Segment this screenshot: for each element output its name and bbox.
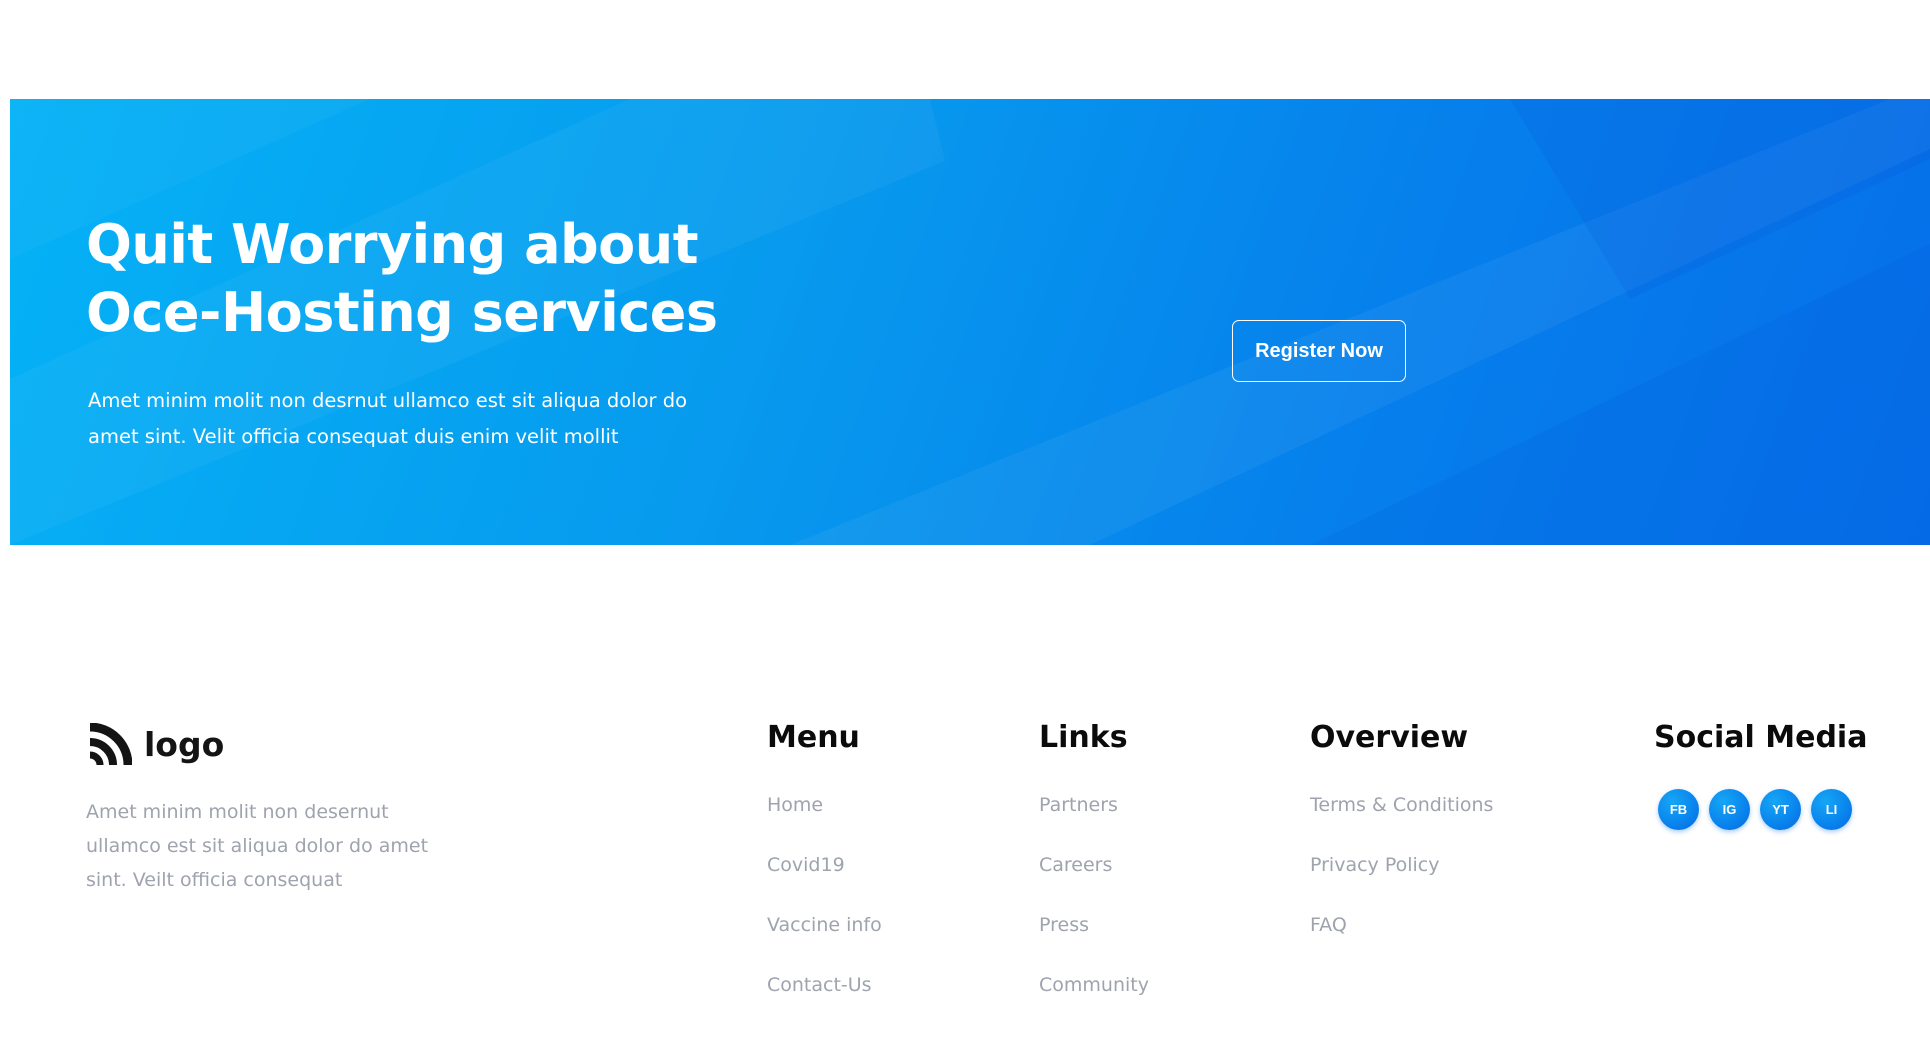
list-item: Press — [1039, 912, 1149, 972]
cta-banner: Quit Worrying about Oce-Hosting services… — [10, 99, 1930, 545]
links-list: Partners Careers Press Community — [1039, 792, 1149, 1032]
menu-list: Home Covid19 Vaccine info Contact-Us — [767, 792, 882, 1032]
logo-arcs-icon — [89, 723, 132, 766]
footer-overview-column: Overview Terms & Conditions Privacy Poli… — [1310, 718, 1493, 972]
cta-description: Amet minim molit non desrnut ullamco est… — [88, 383, 748, 455]
links-heading: Links — [1039, 720, 1128, 755]
footer-social-column: Social Media FB IG YT LI — [1654, 718, 1867, 830]
menu-link-home[interactable]: Home — [767, 794, 823, 816]
list-item: Vaccine info — [767, 912, 882, 972]
list-item: Covid19 — [767, 852, 882, 912]
link-press[interactable]: Press — [1039, 914, 1089, 936]
overview-list: Terms & Conditions Privacy Policy FAQ — [1310, 792, 1493, 972]
list-item: Terms & Conditions — [1310, 792, 1493, 852]
cta-description-line-2: amet sint. Velit officia consequat duis … — [88, 425, 619, 448]
footer-menu-column: Menu Home Covid19 Vaccine info Contact-U… — [767, 718, 882, 1032]
list-item: Privacy Policy — [1310, 852, 1493, 912]
footer-logo[interactable]: logo — [86, 723, 224, 769]
overview-heading: Overview — [1310, 720, 1469, 755]
list-item: Home — [767, 792, 882, 852]
brand-description-line-2: ullamco est sit aliqua dolor do amet — [86, 835, 429, 857]
social-icons-row: FB IG YT LI — [1658, 789, 1867, 830]
footer-brand-description: Amet minim molit non desernut ullamco es… — [86, 795, 506, 897]
link-community[interactable]: Community — [1039, 974, 1149, 996]
list-item: Partners — [1039, 792, 1149, 852]
menu-heading: Menu — [767, 720, 860, 755]
youtube-icon[interactable]: YT — [1760, 789, 1801, 830]
logo-text: logo — [144, 725, 225, 764]
link-faq[interactable]: FAQ — [1310, 914, 1347, 936]
list-item: Community — [1039, 972, 1149, 1032]
link-careers[interactable]: Careers — [1039, 854, 1112, 876]
cta-title-line-1: Quit Worrying about — [86, 213, 699, 276]
linkedin-icon[interactable]: LI — [1811, 789, 1852, 830]
cta-title-line-2: Oce-Hosting services — [86, 281, 718, 344]
link-terms-conditions[interactable]: Terms & Conditions — [1310, 794, 1493, 816]
list-item: FAQ — [1310, 912, 1493, 972]
cta-title: Quit Worrying about Oce-Hosting services — [86, 211, 806, 347]
link-partners[interactable]: Partners — [1039, 794, 1118, 816]
list-item: Contact-Us — [767, 972, 882, 1032]
menu-link-vaccine-info[interactable]: Vaccine info — [767, 914, 882, 936]
menu-link-contact-us[interactable]: Contact-Us — [767, 974, 872, 996]
brand-description-line-1: Amet minim molit non desernut — [86, 801, 389, 823]
list-item: Careers — [1039, 852, 1149, 912]
instagram-icon[interactable]: IG — [1709, 789, 1750, 830]
footer-links-column: Links Partners Careers Press Community — [1039, 718, 1149, 1032]
register-now-button[interactable]: Register Now — [1232, 320, 1406, 382]
footer: logo Amet minim molit non desernut ullam… — [0, 545, 1930, 1062]
menu-link-covid19[interactable]: Covid19 — [767, 854, 845, 876]
link-privacy-policy[interactable]: Privacy Policy — [1310, 854, 1439, 876]
brand-description-line-3: sint. Veilt officia consequat — [86, 869, 343, 891]
facebook-icon[interactable]: FB — [1658, 789, 1699, 830]
social-media-heading: Social Media — [1654, 720, 1868, 755]
cta-description-line-1: Amet minim molit non desrnut ullamco est… — [88, 389, 688, 412]
